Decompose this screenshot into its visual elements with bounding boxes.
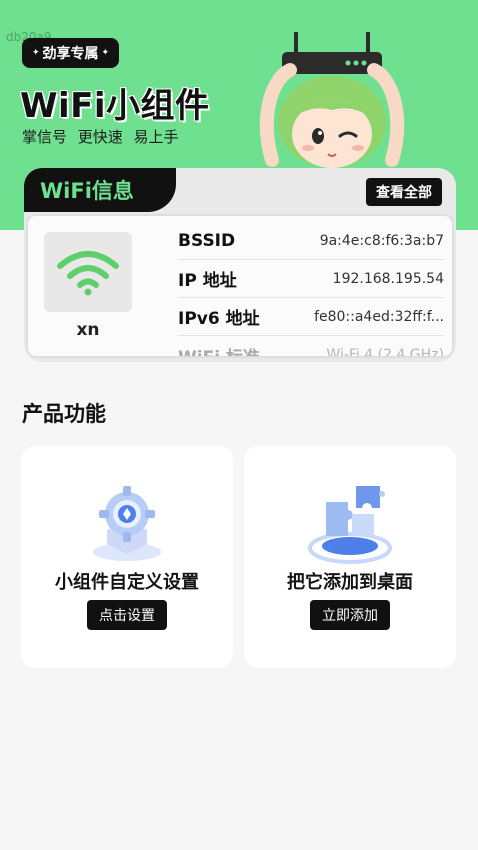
feature-title: 小组件自定义设置 bbox=[55, 572, 199, 593]
wifi-info-panel: xn BSSID 9a:4e:c8:f6:3a:b7 IP 地址 192.168… bbox=[26, 214, 454, 358]
feature-title: 把它添加到桌面 bbox=[287, 572, 413, 593]
feature-card-widget-settings[interactable]: 小组件自定义设置 点击设置 bbox=[21, 446, 233, 668]
info-row-label: IP 地址 bbox=[178, 271, 237, 291]
app-title: WiFi小组件 bbox=[20, 86, 210, 126]
settings-button[interactable]: 点击设置 bbox=[87, 600, 167, 630]
info-row-label: BSSID bbox=[178, 230, 236, 251]
star-icon: ✦ bbox=[101, 48, 110, 58]
wifi-icon bbox=[57, 251, 119, 296]
wifi-info-card: WiFi信息 查看全部 xn BSSID 9a:4e:c8:f6:3a:b7 I… bbox=[24, 168, 456, 362]
gear-settings-icon bbox=[93, 486, 161, 561]
star-icon: ✦ bbox=[32, 48, 40, 58]
features-section-title: 产品功能 bbox=[22, 402, 106, 426]
info-row-ip: IP 地址 192.168.195.54 bbox=[178, 260, 444, 298]
info-row-value: fe80::a4ed:32ff:f... bbox=[314, 308, 444, 325]
app-slogan: 掌信号 更快速 易上手 bbox=[22, 128, 179, 146]
wifi-info-list[interactable]: BSSID 9a:4e:c8:f6:3a:b7 IP 地址 192.168.19… bbox=[178, 222, 444, 358]
info-row-value: Wi-Fi 4 (2.4 GHz) bbox=[326, 347, 444, 358]
info-row-ipv6: IPv6 地址 fe80::a4ed:32ff:f... bbox=[178, 298, 444, 336]
mascot-holding-router-illustration bbox=[259, 32, 405, 168]
wifi-info-tab: WiFi信息 bbox=[24, 168, 176, 212]
exclusive-tag: ✦ 劲享专属 ✦ bbox=[22, 38, 120, 68]
view-all-button[interactable]: 查看全部 bbox=[366, 178, 442, 206]
wifi-ssid: xn bbox=[76, 320, 100, 340]
add-now-button[interactable]: 立即添加 bbox=[310, 600, 390, 630]
info-row-label: IPv6 地址 bbox=[178, 309, 260, 329]
exclusive-tag-label: 劲享专属 bbox=[42, 46, 99, 62]
feature-card-add-to-desktop[interactable]: 把它添加到桌面 立即添加 bbox=[244, 446, 456, 668]
wifi-icon-box bbox=[44, 232, 132, 312]
info-row-wifi-standard: WiFi 标准 Wi-Fi 4 (2.4 GHz) bbox=[178, 336, 444, 358]
info-row-value: 9a:4e:c8:f6:3a:b7 bbox=[319, 232, 444, 249]
info-row-bssid: BSSID 9a:4e:c8:f6:3a:b7 bbox=[178, 222, 444, 260]
puzzle-add-icon bbox=[308, 486, 392, 564]
info-row-value: 192.168.195.54 bbox=[332, 270, 444, 287]
info-row-label: WiFi 标准 bbox=[178, 347, 260, 358]
